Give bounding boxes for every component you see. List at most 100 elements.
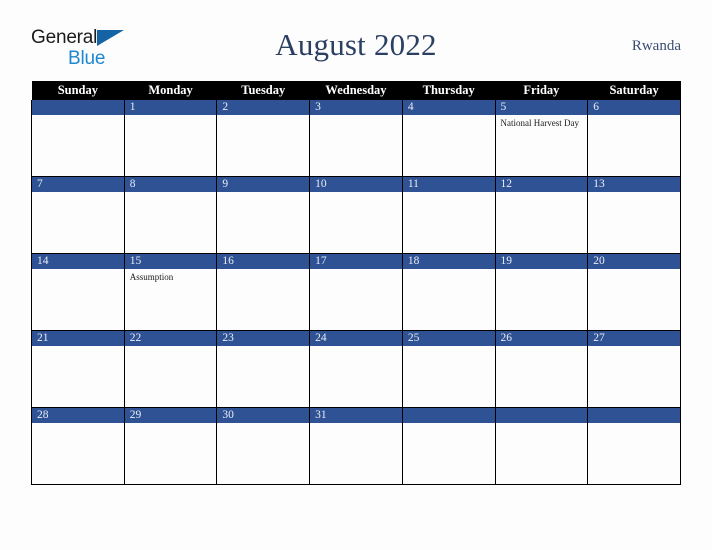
day-event — [217, 115, 309, 118]
weekday-header-saturday: Saturday — [587, 81, 681, 100]
day-number: 16 — [217, 254, 310, 269]
day-cell[interactable]: 6 — [587, 100, 681, 177]
day-cell[interactable]: 27 — [587, 330, 681, 408]
day-number: 9 — [217, 177, 310, 192]
day-number: 20 — [588, 254, 680, 269]
day-event — [403, 192, 495, 195]
day-cell[interactable]: 31 — [309, 407, 403, 485]
day-cell[interactable]: 9 — [216, 176, 311, 254]
day-event — [403, 423, 495, 426]
day-cell[interactable]: 8 — [123, 176, 218, 254]
day-cell[interactable] — [494, 407, 589, 485]
day-cell[interactable]: 13 — [587, 176, 681, 254]
day-cell[interactable]: 5 National Harvest Day — [494, 100, 589, 177]
day-number: 30 — [217, 408, 310, 423]
day-number — [402, 408, 495, 423]
day-cell[interactable]: 19 — [494, 253, 589, 331]
day-number: 13 — [588, 177, 680, 192]
day-event: Assumption — [129, 272, 174, 282]
weekday-header-sunday: Sunday — [31, 81, 125, 100]
day-cell[interactable]: 16 — [216, 253, 311, 331]
day-event — [588, 115, 680, 118]
day-event — [496, 269, 588, 272]
page-header: General Blue August 2022 Rwanda — [31, 24, 681, 74]
day-event: National Harvest Day — [500, 118, 579, 128]
day-cell[interactable]: 30 — [216, 407, 311, 485]
day-cell[interactable]: 24 — [309, 330, 403, 408]
day-event — [32, 115, 124, 118]
weekday-header-monday: Monday — [124, 81, 217, 100]
day-event — [403, 269, 495, 272]
day-event — [588, 423, 680, 426]
page-title: August 2022 — [275, 27, 437, 62]
day-cell[interactable]: 28 — [31, 407, 125, 485]
day-event — [310, 192, 402, 195]
table-header-row: Sunday Monday Tuesday Wednesday Thursday… — [31, 81, 681, 100]
day-event — [125, 346, 217, 349]
day-event — [496, 192, 588, 195]
day-number — [495, 408, 588, 423]
day-cell[interactable] — [31, 100, 125, 177]
day-cell[interactable]: 3 — [309, 100, 403, 177]
day-cell[interactable] — [401, 407, 496, 485]
day-event — [217, 192, 309, 195]
day-event — [217, 423, 309, 426]
day-cell[interactable]: 14 — [31, 253, 125, 331]
day-number: 3 — [310, 100, 402, 115]
day-event — [217, 269, 309, 272]
day-cell[interactable]: 26 — [494, 330, 589, 408]
weekday-header-tuesday: Tuesday — [216, 81, 310, 100]
day-number: 7 — [32, 177, 124, 192]
day-cell[interactable]: 15 Assumption — [123, 253, 218, 331]
day-event — [125, 423, 217, 426]
day-cell[interactable]: 23 — [216, 330, 311, 408]
day-number: 11 — [402, 177, 495, 192]
day-number: 24 — [310, 331, 402, 346]
day-cell[interactable]: 20 — [587, 253, 681, 331]
day-cell[interactable]: 22 — [123, 330, 218, 408]
table-row: 14 15 Assumption 16 17 18 19 20 — [31, 253, 681, 331]
day-number: 4 — [402, 100, 495, 115]
day-event — [310, 423, 402, 426]
day-event — [32, 423, 124, 426]
day-number: 14 — [32, 254, 124, 269]
day-cell[interactable] — [587, 407, 681, 485]
day-event — [588, 269, 680, 272]
day-number: 26 — [495, 331, 588, 346]
weekday-header-thursday: Thursday — [402, 81, 496, 100]
day-cell[interactable]: 21 — [31, 330, 125, 408]
day-number — [588, 408, 680, 423]
day-number: 29 — [124, 408, 217, 423]
day-number: 12 — [495, 177, 588, 192]
table-row: 21 22 23 24 25 26 27 — [31, 330, 681, 408]
day-cell[interactable]: 1 — [123, 100, 218, 177]
day-number: 1 — [124, 100, 217, 115]
day-number: 19 — [495, 254, 588, 269]
day-number: 22 — [124, 331, 217, 346]
day-cell[interactable]: 11 — [401, 176, 496, 254]
day-number: 2 — [217, 100, 310, 115]
day-cell[interactable]: 12 — [494, 176, 589, 254]
day-cell[interactable]: 25 — [401, 330, 496, 408]
day-event — [496, 423, 588, 426]
day-event — [217, 346, 309, 349]
day-number: 23 — [217, 331, 310, 346]
day-cell[interactable]: 7 — [31, 176, 125, 254]
day-cell[interactable]: 18 — [401, 253, 496, 331]
day-number: 6 — [588, 100, 680, 115]
day-cell[interactable]: 4 — [401, 100, 496, 177]
day-cell[interactable]: 10 — [309, 176, 403, 254]
day-event — [32, 192, 124, 195]
day-cell[interactable]: 2 — [216, 100, 311, 177]
calendar-page: General Blue August 2022 Rwanda Sunday M… — [0, 0, 712, 550]
day-event — [310, 115, 402, 118]
day-number: 18 — [402, 254, 495, 269]
day-number — [32, 100, 124, 115]
weekday-header-wednesday: Wednesday — [309, 81, 403, 100]
day-number: 17 — [310, 254, 402, 269]
day-event — [32, 346, 124, 349]
day-cell[interactable]: 17 — [309, 253, 403, 331]
month-grid-body: 1 2 3 4 5 National Harvest Day 6 7 8 9 10… — [31, 100, 681, 485]
day-cell[interactable]: 29 — [123, 407, 218, 485]
day-number: 21 — [32, 331, 124, 346]
